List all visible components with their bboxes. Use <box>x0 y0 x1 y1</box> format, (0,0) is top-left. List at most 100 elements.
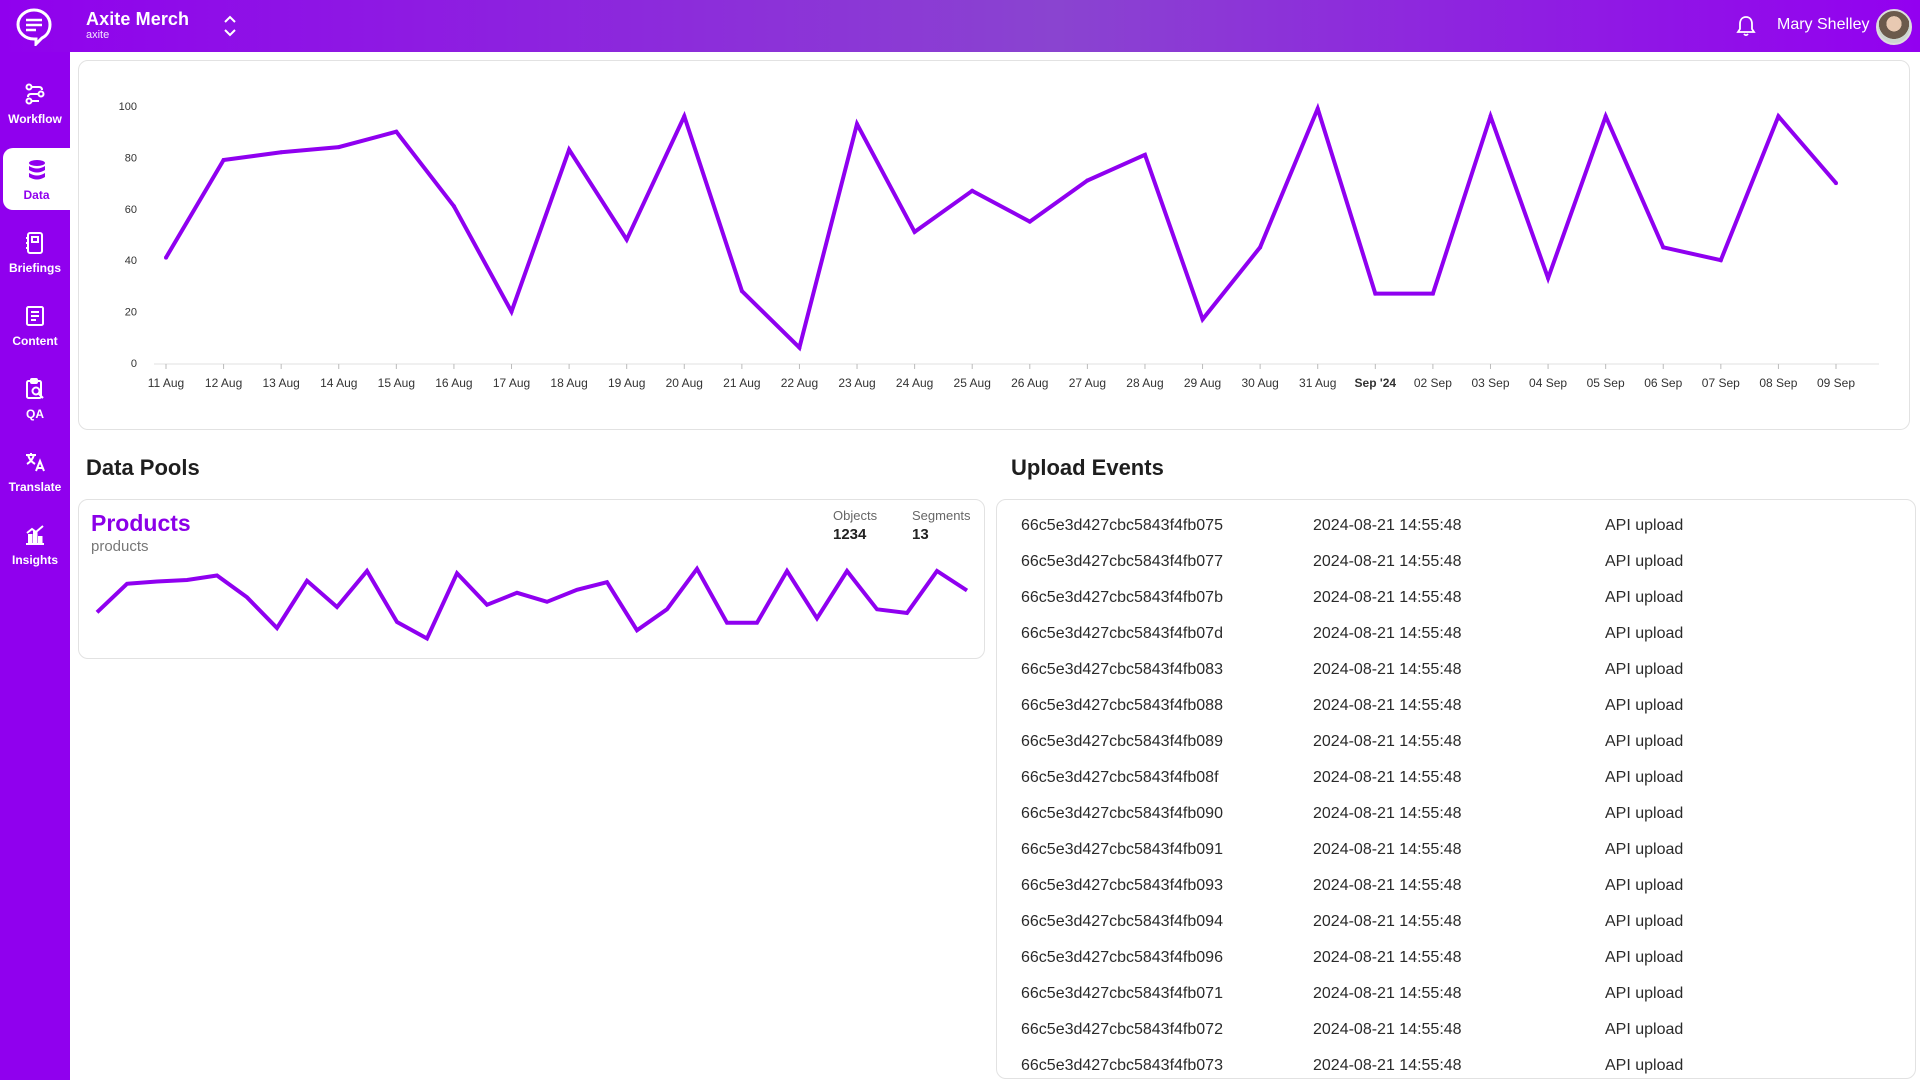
event-row[interactable]: 66c5e3d427cbc5843f4fb093 2024-08-21 14:55… <box>997 868 1915 904</box>
data-point <box>1258 245 1263 250</box>
sidebar-item-data[interactable]: Data <box>3 148 70 210</box>
event-id: 66c5e3d427cbc5843f4fb08f <box>1021 769 1219 786</box>
segments-label: Segments <box>912 508 971 523</box>
bell-icon[interactable] <box>1736 15 1756 37</box>
pool-segments-stat: Segments 13 <box>912 508 971 543</box>
y-tick-label: 80 <box>125 152 137 164</box>
x-tick-label: 05 Sep <box>1587 376 1625 390</box>
sidebar-item-label: QA <box>26 407 44 421</box>
data-point <box>1488 114 1493 119</box>
event-row[interactable]: 66c5e3d427cbc5843f4fb072 2024-08-21 14:55… <box>997 1012 1915 1048</box>
x-tick-label: 14 Aug <box>320 376 357 390</box>
objects-value: 1234 <box>833 526 867 543</box>
x-tick-label: 20 Aug <box>666 376 703 390</box>
event-type: API upload <box>1605 661 1684 678</box>
qa-icon <box>26 378 44 399</box>
event-id: 66c5e3d427cbc5843f4fb073 <box>1021 1057 1223 1074</box>
sidebar-item-translate[interactable]: Translate <box>0 440 70 502</box>
event-row[interactable]: 66c5e3d427cbc5843f4fb075 2024-08-21 14:55… <box>997 508 1915 544</box>
sidebar-item-briefings[interactable]: Briefings <box>0 221 70 283</box>
event-row[interactable]: 66c5e3d427cbc5843f4fb083 2024-08-21 14:55… <box>997 652 1915 688</box>
event-row[interactable]: 66c5e3d427cbc5843f4fb094 2024-08-21 14:55… <box>997 904 1915 940</box>
event-time: 2024-08-21 14:55:48 <box>1313 949 1462 966</box>
x-tick-label: 30 Aug <box>1241 376 1278 390</box>
event-type: API upload <box>1605 697 1684 714</box>
x-tick-label: 17 Aug <box>493 376 530 390</box>
data-point <box>1315 106 1320 111</box>
event-row[interactable]: 66c5e3d427cbc5843f4fb088 2024-08-21 14:55… <box>997 688 1915 724</box>
y-tick-label: 40 <box>125 255 137 267</box>
x-tick-label: 04 Sep <box>1529 376 1567 390</box>
data-point <box>970 188 975 193</box>
event-time: 2024-08-21 14:55:48 <box>1313 589 1462 606</box>
sidebar: Workflow Data Briefings Content QA Trans… <box>0 52 70 1080</box>
user-name[interactable]: Mary Shelley <box>1777 16 1869 34</box>
x-tick-label: 25 Aug <box>954 376 991 390</box>
sparkline-line <box>95 565 969 642</box>
briefing-icon <box>26 232 43 254</box>
x-tick-label: 22 Aug <box>781 376 818 390</box>
event-id: 66c5e3d427cbc5843f4fb083 <box>1021 661 1223 678</box>
series-line <box>164 102 1838 352</box>
sidebar-item-label: Translate <box>8 480 62 494</box>
sidebar-item-qa[interactable]: QA <box>0 367 70 429</box>
sidebar-item-label: Insights <box>11 553 58 567</box>
y-tick-label: 0 <box>131 358 137 370</box>
event-type: API upload <box>1605 913 1684 930</box>
x-tick-label: 08 Sep <box>1759 376 1797 390</box>
event-row[interactable]: 66c5e3d427cbc5843f4fb089 2024-08-21 14:55… <box>997 724 1915 760</box>
x-tick-label: 29 Aug <box>1184 376 1221 390</box>
event-id: 66c5e3d427cbc5843f4fb096 <box>1021 949 1223 966</box>
data-point <box>624 237 629 242</box>
event-row[interactable]: 66c5e3d427cbc5843f4fb071 2024-08-21 14:55… <box>997 976 1915 1012</box>
event-row[interactable]: 66c5e3d427cbc5843f4fb090 2024-08-21 14:55… <box>997 796 1915 832</box>
event-time: 2024-08-21 14:55:48 <box>1313 1057 1462 1074</box>
event-type: API upload <box>1605 985 1684 1002</box>
y-tick-label: 100 <box>119 101 137 113</box>
event-time: 2024-08-21 14:55:48 <box>1313 913 1462 930</box>
data-pool-card-products[interactable]: Products products Objects 1234 Segments … <box>78 499 985 659</box>
data-point <box>682 114 687 119</box>
event-time: 2024-08-21 14:55:48 <box>1313 841 1462 858</box>
chevron-up-down-icon[interactable] <box>222 13 238 39</box>
chat-logo-icon[interactable] <box>14 6 54 46</box>
sidebar-item-label: Data <box>23 188 50 202</box>
data-point <box>279 150 284 155</box>
event-id: 66c5e3d427cbc5843f4fb07d <box>1021 625 1223 642</box>
event-type: API upload <box>1605 589 1684 606</box>
event-type: API upload <box>1605 841 1684 858</box>
x-tick-label: 18 Aug <box>550 376 587 390</box>
data-point <box>1373 291 1378 296</box>
event-type: API upload <box>1605 877 1684 894</box>
event-type: API upload <box>1605 553 1684 570</box>
event-row[interactable]: 66c5e3d427cbc5843f4fb08f 2024-08-21 14:55… <box>997 760 1915 796</box>
main-content: 0 20 40 60 80 100 11 Aug 12 Aug 13 Aug 14 Aug 15 A… <box>70 52 1920 1080</box>
top-bar: Axite Merch axite Mary Shelley <box>0 0 1920 52</box>
event-time: 2024-08-21 14:55:48 <box>1313 661 1462 678</box>
sidebar-item-insights[interactable]: Insights <box>0 513 70 575</box>
event-id: 66c5e3d427cbc5843f4fb07b <box>1021 589 1223 606</box>
avatar[interactable] <box>1876 9 1912 45</box>
x-tick-label: 15 Aug <box>378 376 415 390</box>
event-row[interactable]: 66c5e3d427cbc5843f4fb096 2024-08-21 14:55… <box>997 940 1915 976</box>
data-point <box>1834 181 1838 186</box>
workflow-icon <box>25 83 45 105</box>
event-row[interactable]: 66c5e3d427cbc5843f4fb07b 2024-08-21 14:55… <box>997 580 1915 616</box>
event-id: 66c5e3d427cbc5843f4fb093 <box>1021 877 1223 894</box>
data-point <box>164 255 168 260</box>
sidebar-item-workflow[interactable]: Workflow <box>0 72 70 134</box>
event-row[interactable]: 66c5e3d427cbc5843f4fb077 2024-08-21 14:55… <box>997 544 1915 580</box>
event-row[interactable]: 66c5e3d427cbc5843f4fb091 2024-08-21 14:55… <box>997 832 1915 868</box>
data-point <box>1776 114 1781 119</box>
org-selector[interactable]: Axite Merch axite <box>86 9 189 41</box>
sidebar-item-content[interactable]: Content <box>0 294 70 356</box>
data-point <box>394 129 399 134</box>
upload-activity-chart: 0 20 40 60 80 100 11 Aug 12 Aug 13 Aug 14 Aug 15 A… <box>119 101 1879 390</box>
event-row[interactable]: 66c5e3d427cbc5843f4fb07d 2024-08-21 14:55… <box>997 616 1915 652</box>
event-type: API upload <box>1605 1021 1684 1038</box>
upload-events-title: Upload Events <box>1011 455 1164 480</box>
pool-objects-stat: Objects 1234 <box>833 508 877 543</box>
pool-id: products <box>91 538 149 555</box>
event-row[interactable]: 66c5e3d427cbc5843f4fb073 2024-08-21 14:55… <box>997 1048 1915 1078</box>
upload-events-list[interactable]: 66c5e3d427cbc5843f4fb075 2024-08-21 14:55… <box>996 499 1916 1079</box>
